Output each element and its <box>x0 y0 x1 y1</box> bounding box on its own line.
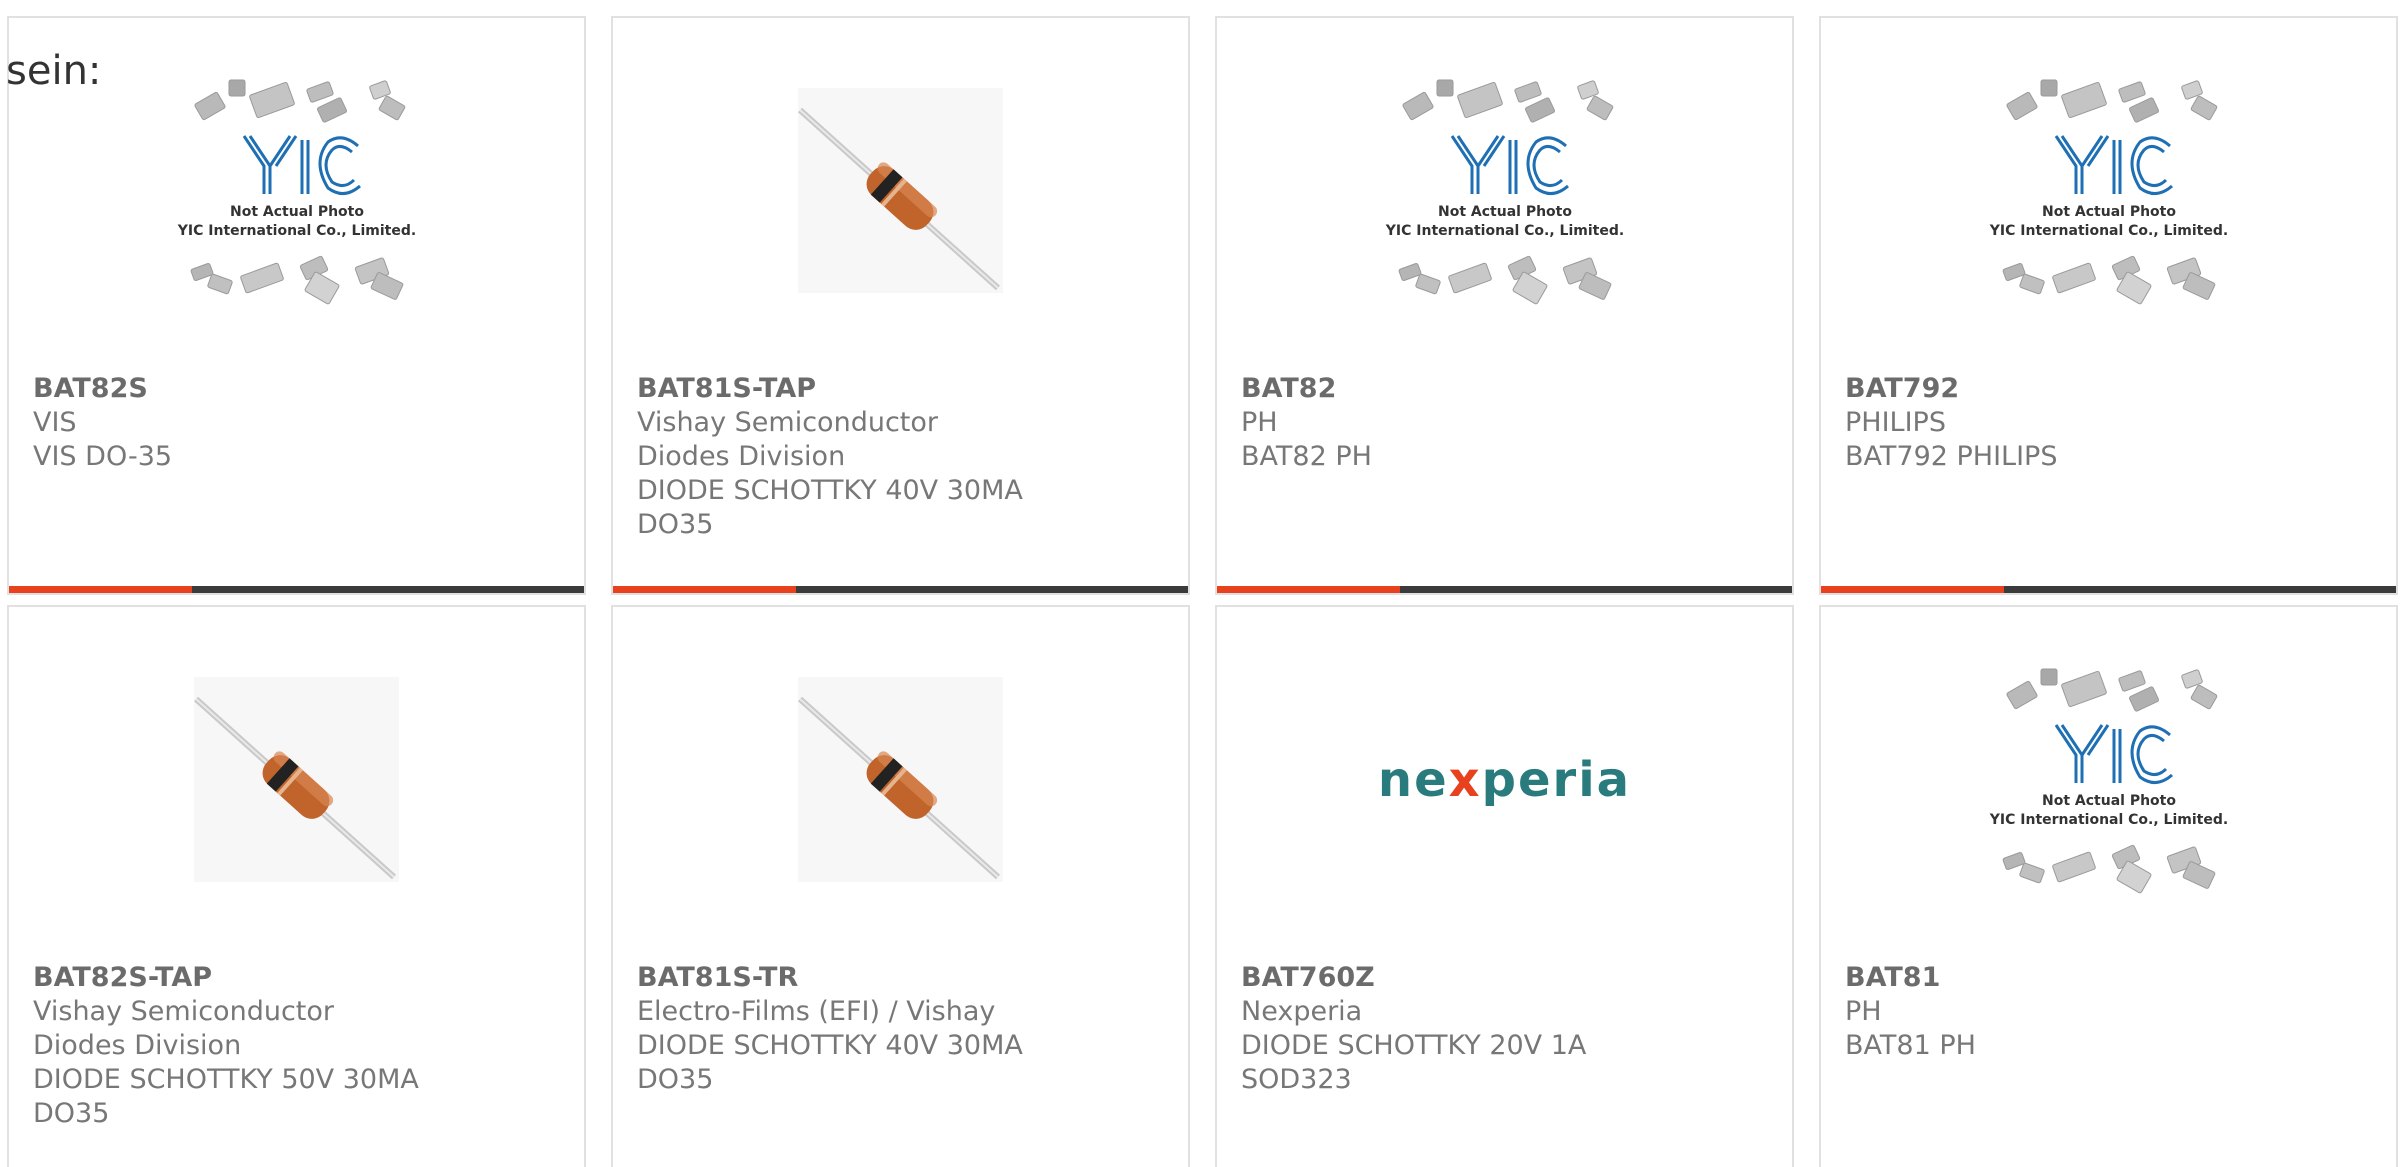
part-number[interactable]: BAT81S-TR <box>637 961 1164 995</box>
svg-text:YIC International Co., Limited: YIC International Co., Limited. <box>1988 223 2227 239</box>
part-number[interactable]: BAT82S <box>33 372 560 406</box>
svg-text:YIC International Co., Limited: YIC International Co., Limited. <box>1988 812 2227 828</box>
part-number[interactable]: BAT81 <box>1845 961 2372 995</box>
yic-placeholder-icon: Not Actual Photo YIC International Co., … <box>1988 79 2228 304</box>
product-image <box>613 607 1188 952</box>
manufacturer: PH <box>1845 996 1882 1027</box>
product-card-bat81s-tap[interactable]: BAT81S-TAP Vishay Semiconductor Diodes D… <box>611 16 1190 595</box>
bar-accent <box>1217 586 1400 593</box>
part-number[interactable]: BAT82S-TAP <box>33 961 560 995</box>
description: DIODE SCHOTTKY 50V 30MA DO35 <box>33 1064 419 1129</box>
svg-text:Not Actual Photo: Not Actual Photo <box>1438 204 1572 220</box>
nexperia-logo-icon: nexperia <box>1377 751 1632 808</box>
svg-text:YIC International Co., Limited: YIC International Co., Limited. <box>176 223 415 239</box>
diode-image-icon <box>798 88 1003 293</box>
product-card-bat82s-tap[interactable]: BAT82S-TAP Vishay Semiconductor Diodes D… <box>7 605 586 1167</box>
bar-accent <box>613 586 796 593</box>
card-bottom-bar <box>1217 586 1792 593</box>
svg-text:Not Actual Photo: Not Actual Photo <box>2042 204 2176 220</box>
product-image: nexperia <box>1217 607 1792 952</box>
part-number[interactable]: BAT792 <box>1845 372 2372 406</box>
product-card-bat760z[interactable]: nexperia BAT760Z Nexperia DIODE SCHOTTKY… <box>1215 605 1794 1167</box>
yic-placeholder-icon: Not Actual Photo YIC International Co., … <box>1384 79 1624 304</box>
product-card-bat792[interactable]: Not Actual Photo YIC International Co., … <box>1819 16 2398 595</box>
intro-text: sein: <box>6 48 102 94</box>
manufacturer: PH <box>1241 407 1278 438</box>
yic-placeholder-icon: Not Actual Photo YIC International Co., … <box>1988 668 2228 893</box>
diode-image-icon <box>798 677 1003 882</box>
svg-text:Not Actual Photo: Not Actual Photo <box>230 204 364 220</box>
card-bottom-bar <box>613 586 1188 593</box>
svg-text:Not Actual Photo: Not Actual Photo <box>2042 793 2176 809</box>
part-number[interactable]: BAT82 <box>1241 372 1768 406</box>
manufacturer: VIS <box>33 407 77 438</box>
product-image: Not Actual Photo YIC International Co., … <box>1217 18 1792 363</box>
manufacturer: Electro-Films (EFI) / Vishay <box>637 996 996 1027</box>
svg-text:YIC International Co., Limited: YIC International Co., Limited. <box>1384 223 1623 239</box>
card-bottom-bar <box>9 586 584 593</box>
product-image <box>613 18 1188 363</box>
product-card-bat81[interactable]: Not Actual Photo YIC International Co., … <box>1819 605 2398 1167</box>
bar-accent <box>9 586 192 593</box>
product-image: Not Actual Photo YIC International Co., … <box>1821 18 2396 363</box>
product-card-bat82s[interactable]: Not Actual Photo YIC International Co., … <box>7 16 586 595</box>
description: BAT792 PHILIPS <box>1845 441 2058 472</box>
description: VIS DO-35 <box>33 441 173 472</box>
product-card-bat81s-tr[interactable]: BAT81S-TR Electro-Films (EFI) / Vishay D… <box>611 605 1190 1167</box>
description: BAT82 PH <box>1241 441 1372 472</box>
manufacturer: Vishay Semiconductor Diodes Division <box>637 407 938 472</box>
manufacturer: PHILIPS <box>1845 407 1946 438</box>
product-card-bat82[interactable]: Not Actual Photo YIC International Co., … <box>1215 16 1794 595</box>
product-image: Not Actual Photo YIC International Co., … <box>1821 607 2396 952</box>
yic-placeholder-icon: Not Actual Photo YIC International Co., … <box>176 79 416 304</box>
card-bottom-bar <box>1821 586 2396 593</box>
manufacturer: Vishay Semiconductor Diodes Division <box>33 996 334 1061</box>
description: DIODE SCHOTTKY 20V 1A SOD323 <box>1241 1030 1587 1095</box>
diode-image-icon <box>194 677 399 882</box>
part-number[interactable]: BAT81S-TAP <box>637 372 1164 406</box>
part-number[interactable]: BAT760Z <box>1241 961 1768 995</box>
description: BAT81 PH <box>1845 1030 1976 1061</box>
product-image <box>9 607 584 952</box>
description: DIODE SCHOTTKY 40V 30MA DO35 <box>637 475 1023 540</box>
manufacturer: Nexperia <box>1241 996 1363 1027</box>
bar-accent <box>1821 586 2004 593</box>
description: DIODE SCHOTTKY 40V 30MA DO35 <box>637 1030 1023 1095</box>
